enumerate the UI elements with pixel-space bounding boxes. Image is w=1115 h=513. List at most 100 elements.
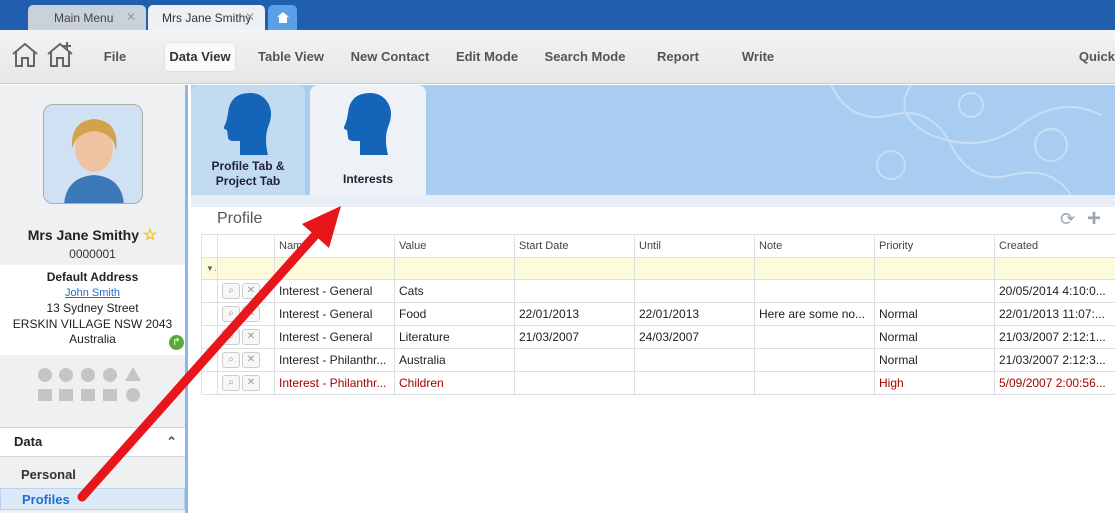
cell-created: 21/03/2007 2:12:3...: [994, 348, 1115, 372]
delete-icon[interactable]: ✕: [242, 306, 260, 322]
tab-interests-label: Interests: [342, 172, 394, 186]
home-icon[interactable]: [10, 40, 40, 70]
row-gutter: [201, 371, 218, 395]
column-header-created[interactable]: Created: [994, 234, 1115, 258]
filter-cell[interactable]: [874, 257, 995, 280]
search-icon[interactable]: ⌕: [222, 283, 240, 299]
table-row[interactable]: ⌕ ✕ Interest - General Cats 20/05/2014 4:…: [201, 279, 1115, 303]
close-icon[interactable]: ✕: [126, 10, 136, 24]
cell-value: Cats: [394, 279, 515, 303]
menu-edit-mode[interactable]: Edit Mode: [448, 43, 526, 71]
go-arrow-icon[interactable]: ↱: [169, 335, 184, 350]
column-header-note[interactable]: Note: [754, 234, 875, 258]
delete-icon[interactable]: ✕: [242, 352, 260, 368]
cell-until: [634, 348, 755, 372]
cell-priority: Normal: [874, 302, 995, 326]
filter-cell[interactable]: [274, 257, 395, 280]
menu-quick[interactable]: Quick: [1074, 43, 1115, 71]
sidebar-item-profiles[interactable]: Profiles: [0, 488, 185, 510]
grid-filter-row: ▼: [201, 257, 1115, 280]
banner-divider: [191, 195, 1115, 207]
filter-cell[interactable]: [994, 257, 1115, 280]
contact-name: Mrs Jane Smithy ☆: [0, 225, 185, 245]
panel-title: Profile: [217, 210, 263, 227]
filter-cell[interactable]: [217, 257, 275, 280]
cell-start-date: [514, 279, 635, 303]
cell-value: Children: [394, 371, 515, 395]
filter-cell[interactable]: [514, 257, 635, 280]
contact-name-text: Mrs Jane Smithy: [27, 227, 140, 243]
star-icon[interactable]: ☆: [143, 227, 157, 244]
cell-value: Food: [394, 302, 515, 326]
tab-main-menu-label: Main Menu: [54, 10, 114, 25]
new-tab-home-button[interactable]: [268, 5, 297, 30]
address-contact-link[interactable]: John Smith: [0, 286, 185, 302]
home-add-icon[interactable]: [45, 40, 75, 70]
menu-search-mode[interactable]: Search Mode: [538, 43, 632, 71]
filter-cell[interactable]: [754, 257, 875, 280]
table-row[interactable]: ⌕ ✕ Interest - General Food 22/01/2013 22…: [201, 302, 1115, 326]
cell-created: 22/01/2013 11:07:...: [994, 302, 1115, 326]
tab-interests[interactable]: Interests: [310, 85, 426, 195]
menu-table-view[interactable]: Table View: [250, 43, 332, 71]
menu-new-contact[interactable]: New Contact: [345, 43, 435, 71]
avatar[interactable]: [43, 104, 143, 204]
cell-start-date: [514, 371, 635, 395]
close-icon[interactable]: ✕: [245, 10, 255, 24]
sidebar-item-personal[interactable]: Personal: [0, 464, 185, 486]
column-header-until[interactable]: Until: [634, 234, 755, 258]
address-line2: ERSKIN VILLAGE NSW 2043: [12, 316, 173, 331]
cell-created: 5/09/2007 2:00:56...: [994, 371, 1115, 395]
delete-icon[interactable]: ✕: [242, 329, 260, 345]
cell-start-date: 22/01/2013: [514, 302, 635, 326]
add-icon[interactable]: +: [1087, 205, 1101, 233]
delete-icon[interactable]: ✕: [242, 375, 260, 391]
menu-data-view[interactable]: Data View: [165, 43, 235, 71]
menu-write[interactable]: Write: [730, 43, 786, 71]
row-actions: ⌕ ✕: [217, 302, 275, 326]
contact-sidebar: Mrs Jane Smithy ☆ 0000001 Default Addres…: [0, 85, 188, 513]
table-row[interactable]: ⌕ ✕ Interest - Philanthr... Children High…: [201, 371, 1115, 395]
column-header-value[interactable]: Value: [394, 234, 515, 258]
filter-cell[interactable]: [634, 257, 755, 280]
cell-created: 20/05/2014 4:10:0...: [994, 279, 1115, 303]
search-icon[interactable]: ⌕: [222, 329, 240, 345]
cell-priority: Normal: [874, 348, 995, 372]
address-line3: Australia: [69, 332, 116, 346]
cell-until: 24/03/2007: [634, 325, 755, 349]
menu-report[interactable]: Report: [648, 43, 708, 71]
menu-file[interactable]: File: [95, 43, 135, 71]
address-line1: 13 Sydney Street: [46, 301, 139, 315]
cell-name: Interest - Philanthr...: [274, 348, 395, 372]
cell-value: Australia: [394, 348, 515, 372]
chevron-up-icon[interactable]: ⌃: [166, 428, 177, 456]
column-header-start-date[interactable]: Start Date: [514, 234, 635, 258]
data-section-header[interactable]: Data ⌃: [0, 427, 185, 457]
profile-content-panel: Profile Tab & Project Tab Interests Prof…: [191, 85, 1115, 513]
filter-cell[interactable]: [394, 257, 515, 280]
menu-bar: File Data View Table View New Contact Ed…: [0, 30, 1115, 84]
contact-id: 0000001: [69, 247, 116, 261]
tab-profile-project[interactable]: Profile Tab & Project Tab: [191, 85, 305, 195]
filter-icon[interactable]: ▼: [201, 257, 218, 280]
cell-priority: [874, 279, 995, 303]
table-row[interactable]: ⌕ ✕ Interest - General Literature 21/03/2…: [201, 325, 1115, 349]
data-section-title: Data: [14, 434, 43, 449]
table-row[interactable]: ⌕ ✕ Interest - Philanthr... Australia Nor…: [201, 348, 1115, 372]
title-tab-strip: Main Menu ✕ Mrs Jane Smithy ✕: [0, 0, 1115, 30]
search-icon[interactable]: ⌕: [222, 306, 240, 322]
delete-icon[interactable]: ✕: [242, 283, 260, 299]
column-header-name[interactable]: Name: [274, 234, 395, 258]
column-header-priority[interactable]: Priority: [874, 234, 995, 258]
person-head-icon: [343, 93, 391, 155]
row-gutter: [201, 302, 218, 326]
search-icon[interactable]: ⌕: [222, 375, 240, 391]
tab-contact[interactable]: Mrs Jane Smithy ✕: [148, 5, 265, 30]
row-actions: ⌕ ✕: [217, 348, 275, 372]
search-icon[interactable]: ⌕: [222, 352, 240, 368]
refresh-icon[interactable]: ⟳: [1060, 209, 1075, 230]
cell-created: 21/03/2007 2:12:1...: [994, 325, 1115, 349]
person-head-icon: [223, 93, 271, 155]
tab-main-menu[interactable]: Main Menu ✕: [28, 5, 146, 30]
tab-profile-project-line1: Profile Tab &: [211, 159, 285, 173]
